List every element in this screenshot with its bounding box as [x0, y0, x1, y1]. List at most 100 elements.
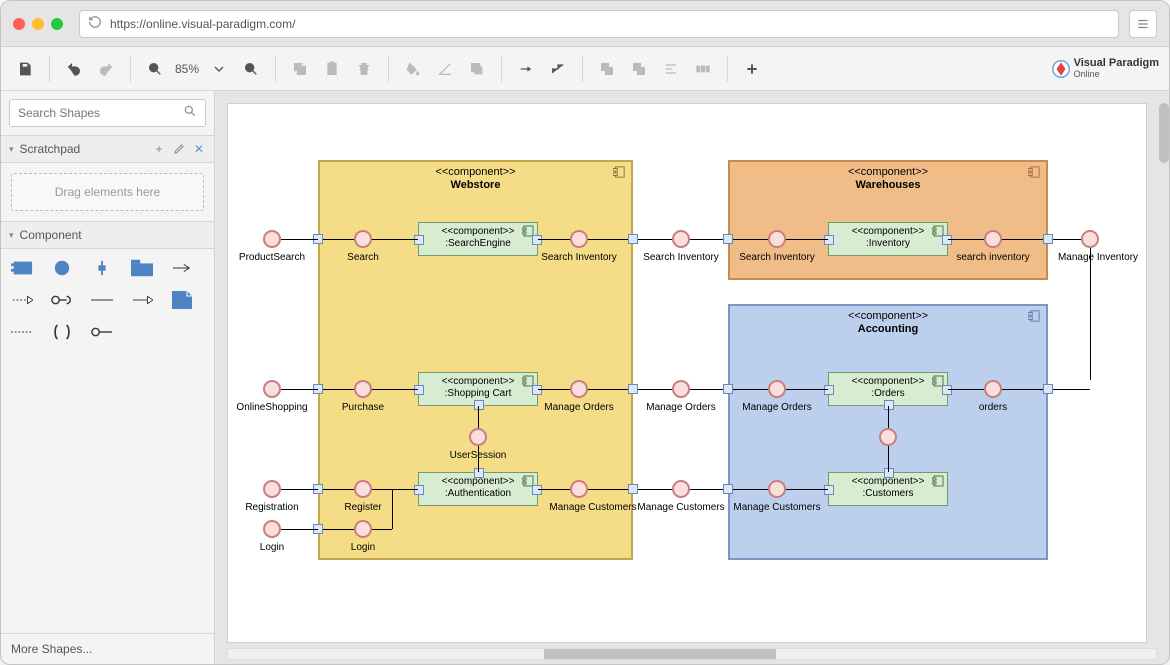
interface-online-shopping[interactable] [263, 380, 281, 398]
interface-manage-customers-c[interactable] [768, 480, 786, 498]
horizontal-scrollbar[interactable] [227, 648, 1157, 660]
component-customers[interactable]: <<component>>:Customers [828, 472, 948, 506]
component-inventory[interactable]: <<component>>:Inventory [828, 222, 948, 256]
palette-dependency-arrow[interactable] [171, 259, 193, 277]
shape-search-field[interactable] [18, 106, 183, 120]
browser-window: https://online.visual-paradigm.com/ 85% [0, 0, 1170, 665]
to-front-button[interactable] [593, 55, 621, 83]
scratchpad-drop-zone[interactable]: Drag elements here [11, 173, 204, 211]
scratchpad-close-icon[interactable]: ✕ [192, 142, 206, 156]
undo-button[interactable] [60, 55, 88, 83]
interface-orders-out[interactable] [984, 380, 1002, 398]
interface-user-session[interactable] [469, 428, 487, 446]
interface-orders-customers[interactable] [879, 428, 897, 446]
component-section-title: Component [20, 228, 82, 242]
interface-registration[interactable] [263, 480, 281, 498]
component-search-engine[interactable]: <<component>>:SearchEngine [418, 222, 538, 256]
label-search-inventory-c: Search Inventory [739, 252, 815, 263]
vertical-scrollbar[interactable] [1159, 103, 1169, 646]
palette-anchor-line[interactable] [11, 323, 33, 341]
label-manage-customers-b: Manage Customers [637, 502, 724, 513]
palette-constraint-shape[interactable] [51, 323, 73, 341]
component-icon [1028, 310, 1040, 325]
palette-association[interactable] [91, 291, 113, 309]
interface-login-inner[interactable] [354, 520, 372, 538]
interface-search[interactable] [354, 230, 372, 248]
interface-manage-orders-a[interactable] [570, 380, 588, 398]
copy-button[interactable] [286, 55, 314, 83]
align-button[interactable] [657, 55, 685, 83]
label-manage-customers-c: Manage Customers [733, 502, 820, 513]
interface-manage-customers-a[interactable] [570, 480, 588, 498]
component-section-header[interactable]: ▾ Component [1, 221, 214, 249]
interface-search-inventory-c[interactable] [768, 230, 786, 248]
diagram-canvas[interactable]: <<component>>Webstore <<component>>Wareh… [227, 103, 1147, 643]
label-login-inner: Login [351, 542, 375, 553]
shadow-button[interactable] [463, 55, 491, 83]
shape-search-input[interactable] [9, 99, 206, 127]
save-button[interactable] [11, 55, 39, 83]
zoom-level-label[interactable]: 85% [175, 62, 199, 76]
line-color-button[interactable] [431, 55, 459, 83]
redo-button[interactable] [92, 55, 120, 83]
interface-manage-orders-c[interactable] [768, 380, 786, 398]
reload-icon[interactable] [88, 15, 102, 32]
distribute-button[interactable] [689, 55, 717, 83]
interface-product-search[interactable] [263, 230, 281, 248]
palette-package-shape[interactable] [131, 259, 153, 277]
canvas-area: <<component>>Webstore <<component>>Wareh… [215, 91, 1169, 664]
fill-color-button[interactable] [399, 55, 427, 83]
zoom-in-button[interactable] [237, 55, 265, 83]
interface-search-inventory-a[interactable] [570, 230, 588, 248]
interface-register[interactable] [354, 480, 372, 498]
search-icon[interactable] [183, 104, 197, 123]
label-orders-out: orders [979, 402, 1007, 413]
label-search-inventory-b: Search Inventory [643, 252, 719, 263]
scratchpad-title: Scratchpad [20, 142, 81, 156]
palette-component-shape[interactable] [11, 259, 33, 277]
interface-search-inventory-b[interactable] [672, 230, 690, 248]
interface-manage-customers-b[interactable] [672, 480, 690, 498]
interface-manage-orders-b[interactable] [672, 380, 690, 398]
brand-logo[interactable]: Visual ParadigmOnline [1052, 58, 1159, 80]
palette-realization-arrow[interactable] [11, 291, 33, 309]
label-manage-orders-a: Manage Orders [544, 402, 613, 413]
browser-menu-button[interactable] [1129, 10, 1157, 38]
palette-port-shape[interactable] [91, 259, 113, 277]
palette-generalization-arrow[interactable] [131, 291, 153, 309]
to-back-button[interactable] [625, 55, 653, 83]
url-field[interactable]: https://online.visual-paradigm.com/ [79, 10, 1119, 38]
scratchpad-section-header[interactable]: ▾ Scratchpad + ✕ [1, 135, 214, 163]
palette-required-interface[interactable] [91, 323, 113, 341]
component-orders[interactable]: <<component>>:Orders [828, 372, 948, 406]
interface-login-outer[interactable] [263, 520, 281, 538]
add-button[interactable] [738, 55, 766, 83]
delete-button[interactable] [350, 55, 378, 83]
brand-name: Visual Paradigm [1074, 57, 1159, 69]
minimize-window-button[interactable] [32, 18, 44, 30]
interface-purchase[interactable] [354, 380, 372, 398]
zoom-dropdown-button[interactable] [205, 55, 233, 83]
paste-button[interactable] [318, 55, 346, 83]
scratchpad-add-icon[interactable]: + [152, 142, 166, 156]
connector-type-button[interactable] [512, 55, 540, 83]
collapse-icon: ▾ [9, 230, 14, 241]
browser-address-bar: https://online.visual-paradigm.com/ [1, 1, 1169, 47]
close-window-button[interactable] [13, 18, 25, 30]
more-shapes-button[interactable]: More Shapes... [1, 633, 214, 664]
palette-provided-interface[interactable] [51, 291, 73, 309]
maximize-window-button[interactable] [51, 18, 63, 30]
palette-note-shape[interactable] [171, 291, 193, 309]
sidebar: ▾ Scratchpad + ✕ Drag elements here ▾ Co… [1, 91, 215, 664]
waypoint-style-button[interactable] [544, 55, 572, 83]
scratchpad-edit-icon[interactable] [172, 142, 186, 156]
component-shopping-cart[interactable]: <<component>>:Shopping Cart [418, 372, 538, 406]
label-registration: Registration [245, 502, 298, 513]
component-authentication[interactable]: <<component>>:Authentication [418, 472, 538, 506]
zoom-out-button[interactable] [141, 55, 169, 83]
interface-manage-inventory[interactable] [1081, 230, 1099, 248]
component-icon [932, 475, 944, 491]
palette-interface-shape[interactable] [51, 259, 73, 277]
interface-search-inventory-d[interactable] [984, 230, 1002, 248]
component-icon [613, 166, 625, 181]
